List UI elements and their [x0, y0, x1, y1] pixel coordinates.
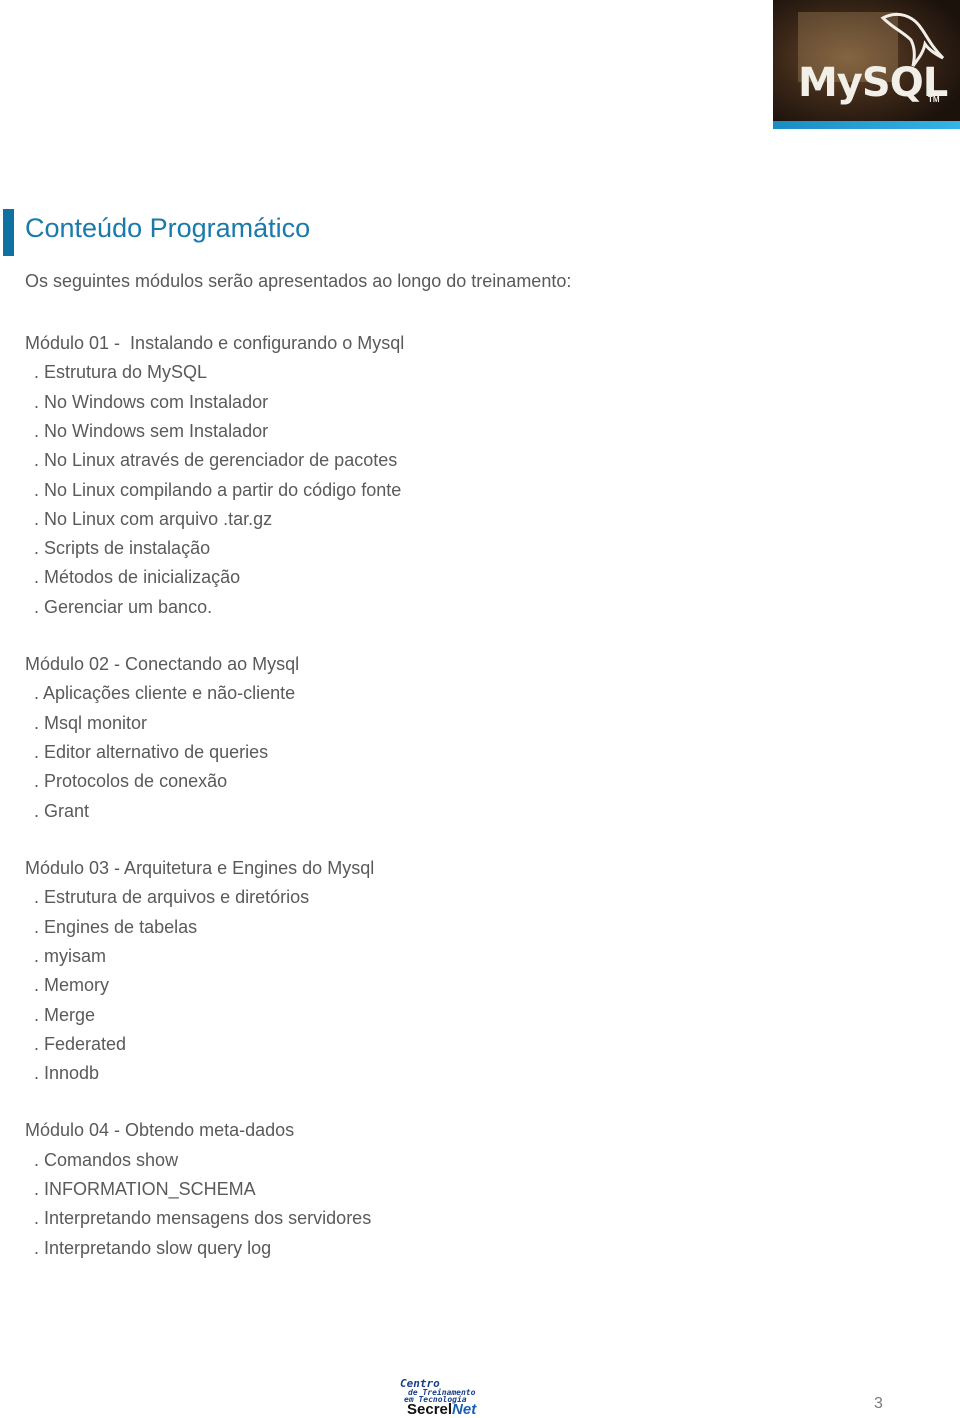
topic-item: . INFORMATION_SCHEMA — [34, 1179, 256, 1200]
module-title: Módulo 01 - Instalando e configurando o … — [25, 333, 405, 353]
heading-accent-bar — [3, 209, 14, 256]
mysql-logo: MySQL TM — [773, 0, 960, 129]
trademark: TM — [928, 95, 940, 104]
topic-item: . Federated — [34, 1033, 127, 1054]
module-02: Módulo 02 - Conectando ao Mysql . Aplica… — [25, 650, 404, 826]
module-01: Módulo 01 - Instalando e configurando o … — [25, 329, 404, 622]
topic-item: . No Windows sem Instalador — [34, 420, 269, 441]
module-list: Módulo 01 - Instalando e configurando o … — [25, 329, 404, 1291]
topic-item: . Estrutura do MySQL — [34, 362, 208, 383]
module-title: Módulo 03 - Arquitetura e Engines do Mys… — [25, 857, 375, 878]
topic-item: . Interpretando slow query log — [34, 1237, 272, 1258]
topic-item: . Protocolos de conexão — [34, 771, 228, 792]
topic-item: . Scripts de instalação — [34, 538, 211, 559]
topic-item: . No Windows com Instalador — [34, 391, 269, 412]
logo-brand-net: Net — [452, 1401, 477, 1418]
logo-brand-secrel: Secrel — [407, 1401, 453, 1418]
module-title: Módulo 02 - Conectando ao Mysql — [25, 654, 300, 675]
topic-item: . Comandos show — [34, 1149, 179, 1170]
topic-item: . Msql monitor — [34, 712, 148, 733]
logo-brand: SecrelNet — [407, 1401, 476, 1418]
secrelnet-logo: Centro de Treinamento em Tecnologia Secr… — [398, 1377, 498, 1418]
topic-item: . Interpretando mensagens dos servidores — [34, 1208, 372, 1229]
intro-text: Os seguintes módulos serão apresentados … — [25, 271, 572, 291]
topic-item: . Innodb — [34, 1063, 100, 1084]
topic-item: . Aplicações cliente e não-cliente — [34, 683, 296, 704]
topic-item: . Grant — [34, 800, 90, 821]
topic-item: . Engines de tabelas — [34, 916, 198, 937]
topic-item: . Editor alternativo de queries — [34, 742, 269, 763]
module-04: Módulo 04 - Obtendo meta-dados . Comando… — [25, 1116, 404, 1263]
topic-item: . No Linux através de gerenciador de pac… — [34, 450, 398, 471]
page-title: Conteúdo Programático — [25, 213, 311, 243]
logo-accent-bar — [773, 121, 960, 129]
topic-item: . No Linux compilando a partir do código… — [34, 479, 402, 500]
topic-item: . Merge — [34, 1004, 96, 1025]
mysql-wordmark: MySQL — [798, 60, 948, 106]
page-number: 3 — [874, 1395, 883, 1412]
topic-item: . Memory — [34, 975, 110, 996]
topic-item: . Estrutura de arquivos e diretórios — [34, 887, 310, 908]
topic-item: . myisam — [34, 945, 106, 966]
topic-item: . Gerenciar um banco. — [34, 596, 213, 617]
module-03: Módulo 03 - Arquitetura e Engines do Mys… — [25, 854, 404, 1088]
topic-item: . No Linux com arquivo .tar.gz — [34, 508, 273, 529]
module-title: Módulo 04 - Obtendo meta-dados — [25, 1120, 295, 1141]
topic-item: . Métodos de inicialização — [34, 567, 241, 588]
